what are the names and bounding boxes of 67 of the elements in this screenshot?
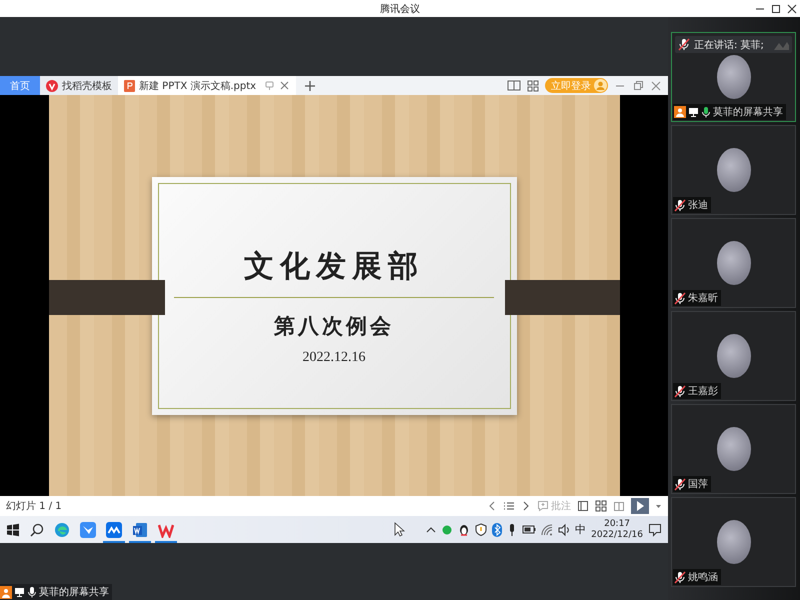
close-tab-icon[interactable] bbox=[279, 80, 290, 91]
wifi-icon[interactable] bbox=[541, 524, 554, 536]
windows-start-icon[interactable] bbox=[6, 522, 20, 536]
new-tab-icon[interactable] bbox=[304, 80, 316, 92]
layout-icon[interactable] bbox=[507, 79, 521, 92]
meeting-app-icon[interactable] bbox=[106, 522, 122, 538]
reading-view-icon[interactable] bbox=[613, 500, 625, 512]
microphone-icon bbox=[27, 586, 37, 598]
play-icon bbox=[635, 500, 645, 512]
participant-tile[interactable]: 王嘉彭 bbox=[671, 311, 796, 401]
battery-icon[interactable] bbox=[522, 523, 536, 536]
clock-date[interactable]: 2022/12/16 bbox=[591, 530, 643, 540]
avatar-placeholder bbox=[716, 334, 750, 378]
participant-name: 朱嘉昕 bbox=[688, 292, 718, 305]
bluetooth-icon[interactable] bbox=[492, 522, 502, 536]
normal-view-icon[interactable] bbox=[577, 500, 589, 512]
presenter-icon bbox=[0, 586, 12, 598]
participant-tile[interactable]: 朱嘉昕 bbox=[671, 218, 796, 308]
user-avatar-icon bbox=[594, 79, 607, 92]
avatar-placeholder bbox=[716, 148, 750, 192]
avatar-placeholder bbox=[716, 520, 750, 564]
chevron-up-icon[interactable] bbox=[426, 524, 436, 534]
browser-tab[interactable]: 新建 PPTX 演示文稿.pptx bbox=[118, 76, 296, 95]
speaker-icon[interactable] bbox=[558, 522, 570, 536]
speaking-text: 正在讲话: 莫菲; bbox=[694, 38, 764, 52]
avatar-placeholder bbox=[716, 427, 750, 471]
avatar-placeholder bbox=[716, 241, 750, 285]
participant-tile[interactable]: 张迪 bbox=[671, 125, 796, 215]
slide-title: 文化发展部 bbox=[244, 248, 424, 286]
previous-icon[interactable] bbox=[487, 500, 497, 512]
participant-tile[interactable]: 姚鸣涵 bbox=[671, 497, 796, 587]
sharer-name: 莫菲的屏幕共享 bbox=[39, 586, 109, 599]
participant-tile[interactable]: 正在讲话: 莫菲; 莫菲的屏幕共享 bbox=[671, 32, 796, 122]
next-icon[interactable] bbox=[521, 500, 531, 512]
participant-tile[interactable]: 国萍 bbox=[671, 404, 796, 494]
search-icon[interactable] bbox=[30, 522, 44, 536]
muted-mic-icon bbox=[678, 38, 690, 51]
shield-icon[interactable] bbox=[475, 523, 488, 536]
slide-date: 2022.12.16 bbox=[302, 350, 366, 366]
mouse-cursor-icon bbox=[394, 522, 405, 537]
word-app-icon[interactable] bbox=[132, 522, 148, 538]
slide-counter: 幻灯片 1 / 1 bbox=[6, 500, 62, 513]
notification-icon[interactable] bbox=[648, 522, 662, 536]
microphone-icon bbox=[701, 106, 711, 118]
presentation-file-icon bbox=[124, 80, 135, 92]
clock-time[interactable]: 20:17 bbox=[604, 518, 630, 530]
input-language-indicator[interactable]: 中 bbox=[575, 522, 586, 537]
comment-icon bbox=[537, 500, 549, 512]
participant-name: 张迪 bbox=[688, 198, 708, 212]
list-icon[interactable] bbox=[503, 500, 515, 512]
participant-name: 姚鸣涵 bbox=[688, 571, 718, 584]
screen-share-icon bbox=[688, 106, 699, 118]
browser-icon[interactable] bbox=[54, 522, 70, 538]
play-button[interactable] bbox=[631, 498, 649, 514]
participant-name: 莫菲的屏幕共享 bbox=[713, 106, 783, 119]
sorter-view-icon[interactable] bbox=[595, 500, 607, 512]
participant-name: 王嘉彭 bbox=[688, 384, 718, 398]
slide-subtitle: 第八次例会 bbox=[274, 312, 394, 340]
screen-share-icon bbox=[14, 586, 25, 598]
caret-icon[interactable] bbox=[655, 502, 662, 510]
grid-icon[interactable] bbox=[527, 80, 539, 92]
browser-tab[interactable]: 找稻壳模板 bbox=[40, 76, 118, 95]
window-title: 腾讯会议 bbox=[379, 2, 421, 16]
participant-name: 国萍 bbox=[688, 478, 708, 491]
docer-logo-icon bbox=[46, 80, 58, 92]
restore-icon[interactable] bbox=[632, 80, 644, 92]
avatar-placeholder bbox=[716, 55, 750, 99]
